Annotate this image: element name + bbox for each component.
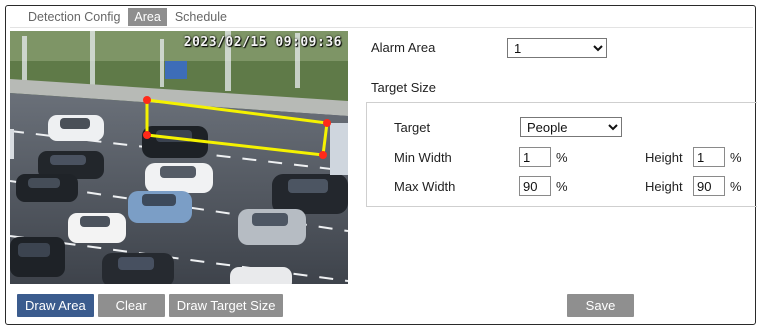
draw-area-button[interactable]: Draw Area (17, 294, 94, 317)
camera-preview[interactable]: 2023/02/15 09:09:36 (10, 31, 348, 284)
region-handle-4[interactable] (143, 131, 151, 139)
min-height-label: Height (645, 150, 683, 165)
min-width-percent: % (556, 150, 568, 165)
blue-kiosk (165, 61, 187, 79)
max-height-label: Height (645, 179, 683, 194)
car-white-4 (230, 267, 292, 284)
tab-bar: Detection Config Area Schedule (22, 8, 233, 26)
car-blue (128, 191, 192, 223)
car-white-2 (145, 163, 213, 193)
max-width-input[interactable] (519, 176, 551, 196)
min-height-percent: % (730, 150, 742, 165)
camera-scene (10, 31, 348, 284)
bus-edge (330, 123, 348, 175)
save-button[interactable]: Save (567, 294, 634, 317)
tab-detection-config[interactable]: Detection Config (22, 8, 126, 26)
car-white-3 (68, 213, 126, 243)
region-handle-3[interactable] (319, 151, 327, 159)
tab-area[interactable]: Area (128, 8, 167, 26)
min-width-label: Min Width (394, 150, 452, 165)
car-black-3 (16, 174, 78, 202)
target-size-label: Target Size (371, 80, 437, 95)
max-height-percent: % (730, 179, 742, 194)
car-black-6 (102, 253, 174, 284)
car-black-4 (272, 174, 348, 214)
video-toolbar: Draw Area Clear Draw Target Size (17, 294, 284, 317)
draw-target-size-button[interactable]: Draw Target Size (168, 294, 284, 317)
tab-schedule[interactable]: Schedule (169, 8, 233, 26)
region-handle-2[interactable] (323, 119, 331, 127)
car-white-1 (48, 115, 104, 141)
alarm-area-select[interactable]: 1 (507, 38, 607, 58)
car-silver (238, 209, 306, 245)
tab-divider (10, 27, 753, 28)
clear-button[interactable]: Clear (97, 294, 165, 317)
region-handle-1[interactable] (143, 96, 151, 104)
pole (10, 129, 14, 159)
car-black-5 (10, 237, 65, 277)
max-height-input[interactable] (693, 176, 725, 196)
min-width-input[interactable] (519, 147, 551, 167)
target-select[interactable]: People (520, 117, 622, 137)
min-height-input[interactable] (693, 147, 725, 167)
max-width-label: Max Width (394, 179, 456, 194)
target-label: Target (394, 120, 431, 135)
video-timestamp: 2023/02/15 09:09:36 (183, 35, 342, 50)
max-width-percent: % (556, 179, 568, 194)
alarm-area-label: Alarm Area (371, 40, 436, 55)
